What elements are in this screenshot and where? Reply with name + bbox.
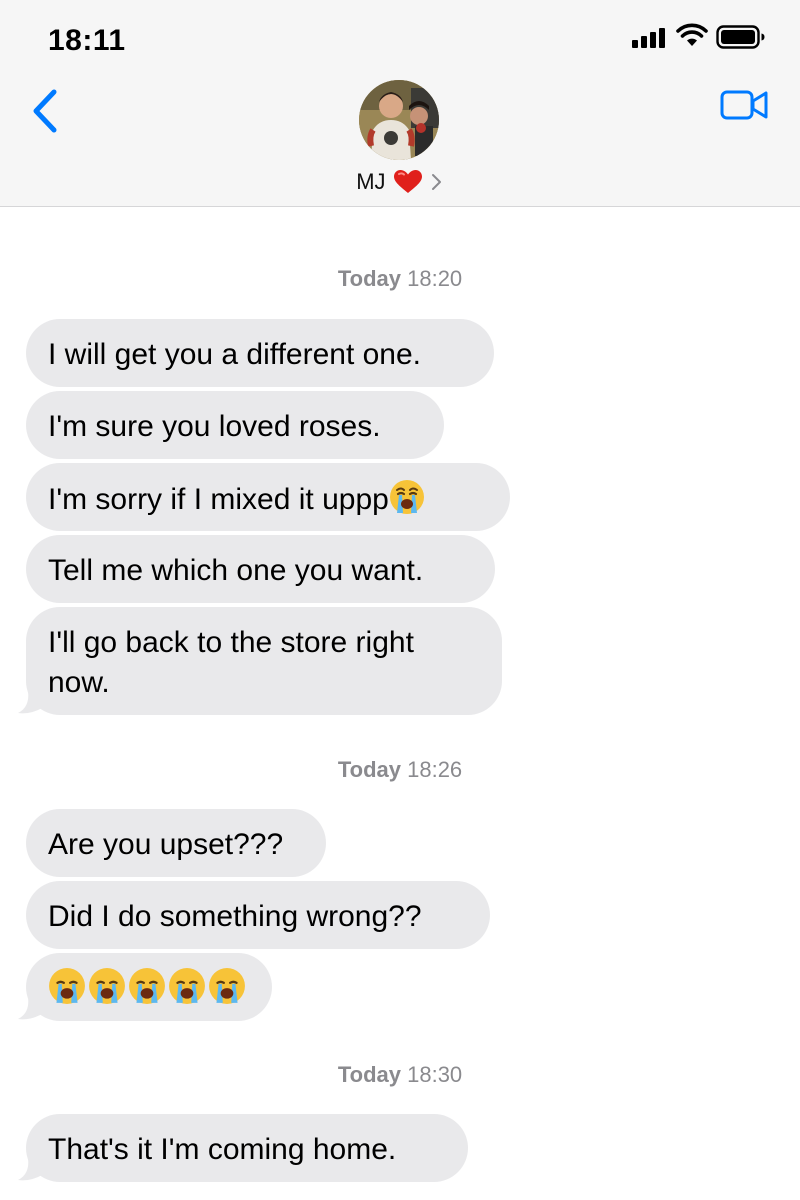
chevron-right-icon (431, 174, 441, 191)
loudly-crying-face-icon (49, 968, 85, 1004)
messages-screen: 18:11 MJ Today 18:20 I will get you a di… (0, 0, 800, 1200)
message-bubble[interactable]: That's it I'm coming home. (18, 1114, 468, 1182)
message-timestamp: Today 18:20 (337, 266, 463, 291)
bubble-tail (18, 997, 44, 1020)
message-bubble[interactable]: Are you upset??? (26, 809, 326, 877)
bubble-tail (18, 1158, 44, 1181)
message-timestamp: Today 18:30 (337, 1062, 463, 1087)
status-bar-time: 18:11 (48, 24, 126, 57)
contact-name: MJ (356, 169, 386, 195)
conversation-header: 18:11 MJ (0, 0, 800, 207)
loudly-crying-face-icon (89, 968, 125, 1004)
message-bubble[interactable]: I will get you a different one. (26, 319, 494, 387)
message-timestamp: Today 18:26 (337, 757, 463, 782)
battery-icon (716, 25, 765, 49)
back-button[interactable] (26, 86, 66, 136)
message-bubble[interactable]: I'm sorry if I mixed it uppp (26, 463, 510, 531)
message-bubble[interactable]: Did I do something wrong?? (26, 881, 490, 949)
message-bubble[interactable]: I'm sure you loved roses. (26, 391, 444, 459)
contact-avatar[interactable] (359, 80, 439, 160)
cellular-signal-icon (632, 26, 666, 48)
loudly-crying-face-icon (129, 968, 165, 1004)
loudly-crying-face-icon (389, 480, 424, 514)
loudly-crying-face-icon (169, 968, 205, 1004)
emoji-message-bubble[interactable] (18, 953, 272, 1021)
video-call-button[interactable] (720, 89, 770, 121)
red-heart-icon (393, 170, 422, 194)
message-bubble[interactable]: I'll go back to the store right now. (18, 607, 502, 715)
wifi-icon (676, 23, 708, 46)
loudly-crying-face-icon (209, 968, 245, 1004)
message-bubble[interactable]: Tell me which one you want. (26, 535, 495, 603)
contact-name-button[interactable]: MJ (0, 168, 800, 195)
bubble-tail (18, 691, 44, 714)
